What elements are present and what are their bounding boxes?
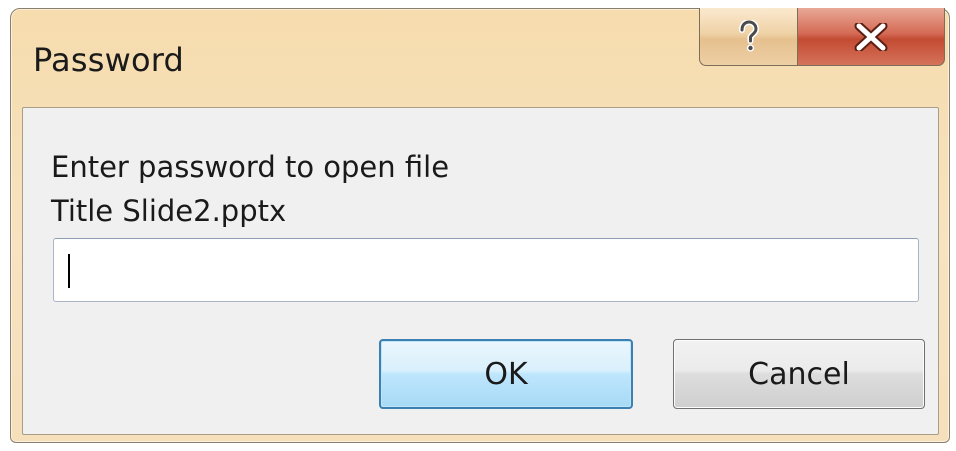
close-x-icon — [854, 22, 888, 51]
caption-buttons — [699, 8, 945, 68]
dialog-body: Enter password to open file Title Slide2… — [22, 107, 939, 435]
ok-button[interactable]: OK — [379, 339, 633, 409]
cancel-button[interactable]: Cancel — [673, 339, 925, 409]
title-bar[interactable]: Password — [11, 8, 949, 109]
password-input[interactable] — [53, 238, 919, 302]
close-button[interactable] — [797, 8, 945, 66]
window-title: Password — [33, 41, 185, 79]
help-button[interactable] — [699, 8, 797, 66]
password-dialog-window: Password Enter password to open file Tit… — [10, 8, 950, 443]
question-mark-icon — [735, 19, 763, 54]
file-name-text: Title Slide2.pptx — [51, 194, 287, 228]
prompt-text: Enter password to open file — [51, 150, 450, 184]
